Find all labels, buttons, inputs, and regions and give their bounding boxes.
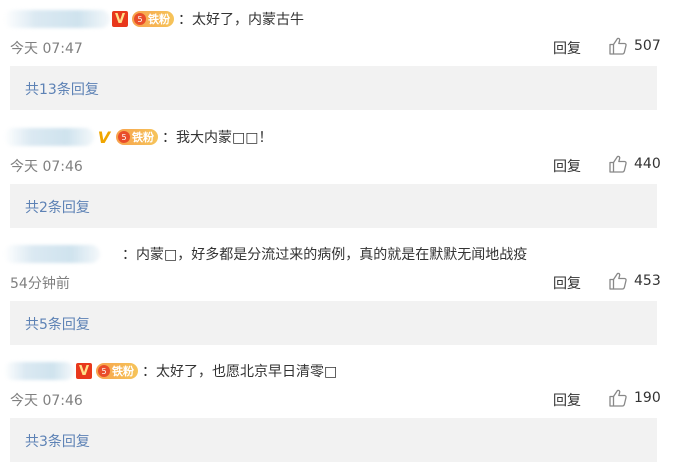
view-replies-link[interactable]: 共13条回复 bbox=[25, 79, 99, 99]
like-button[interactable]: 440 bbox=[608, 154, 661, 174]
replies-panel: 共2条回复 bbox=[10, 184, 657, 228]
username-blurred[interactable] bbox=[4, 245, 100, 263]
comment-text: ：太好了，也愿北京早日清零□ bbox=[142, 364, 338, 380]
like-button[interactable]: 190 bbox=[608, 388, 661, 408]
username-blurred[interactable] bbox=[4, 10, 110, 28]
fan-badge-label: 铁粉 bbox=[112, 365, 134, 378]
reply-button[interactable]: 回复 bbox=[553, 38, 581, 58]
comment-timestamp: 54分钟前 bbox=[10, 276, 70, 292]
thumbs-up-icon bbox=[609, 272, 627, 290]
verified-v-icon: V bbox=[76, 363, 92, 379]
comment-text: ：内蒙□，好多都是分流过来的病例，真的就是在默默无闻地战疫 bbox=[122, 247, 528, 263]
fan-level-icon: 5 bbox=[134, 13, 146, 25]
like-count: 453 bbox=[634, 273, 661, 289]
like-button[interactable]: 453 bbox=[608, 271, 661, 291]
replies-panel: 共13条回复 bbox=[10, 66, 657, 110]
comment-item: V 5 铁粉 ：我大内蒙□□！ 今天 07:46 回复 440 共2条回复 bbox=[0, 118, 680, 236]
comment-header: ：内蒙□，好多都是分流过来的病例，真的就是在默默无闻地战疫 bbox=[0, 241, 527, 267]
fan-badge-label: 铁粉 bbox=[132, 131, 154, 144]
thumbs-up-icon bbox=[609, 155, 627, 173]
verified-v-icon: V bbox=[97, 127, 111, 147]
like-button[interactable]: 507 bbox=[608, 36, 661, 56]
like-count: 507 bbox=[634, 38, 661, 54]
reply-button[interactable]: 回复 bbox=[553, 156, 581, 176]
like-count: 190 bbox=[634, 390, 661, 406]
fan-badge: 5 铁粉 bbox=[132, 11, 174, 27]
thumbs-up-icon bbox=[609, 389, 627, 407]
reply-button[interactable]: 回复 bbox=[553, 390, 581, 410]
username-blurred[interactable] bbox=[4, 128, 94, 146]
fan-badge: 5 铁粉 bbox=[96, 363, 138, 379]
username-blurred[interactable] bbox=[4, 362, 74, 380]
comment-timestamp: 今天 07:46 bbox=[10, 393, 83, 409]
replies-panel: 共5条回复 bbox=[10, 301, 657, 345]
view-replies-link[interactable]: 共3条回复 bbox=[25, 431, 90, 451]
fan-badge: 5 铁粉 bbox=[116, 129, 158, 145]
faint-badge-icon bbox=[102, 246, 118, 262]
view-replies-link[interactable]: 共2条回复 bbox=[25, 197, 90, 217]
view-replies-link[interactable]: 共5条回复 bbox=[25, 314, 90, 334]
replies-panel: 共3条回复 bbox=[10, 418, 657, 462]
fan-level-icon: 5 bbox=[98, 365, 110, 377]
verified-v-icon: V bbox=[112, 11, 128, 27]
thumbs-up-icon bbox=[609, 37, 627, 55]
comment-timestamp: 今天 07:47 bbox=[10, 41, 83, 57]
comment-text: ：我大内蒙□□！ bbox=[162, 130, 273, 146]
comment-text: ：太好了，内蒙古牛 bbox=[178, 12, 304, 28]
comment-timestamp: 今天 07:46 bbox=[10, 159, 83, 175]
fan-level-icon: 5 bbox=[118, 131, 130, 143]
comment-header: V 5 铁粉 ：我大内蒙□□！ bbox=[0, 124, 272, 150]
comment-item: V 5 铁粉 ：太好了，内蒙古牛 今天 07:47 回复 507 共13条回复 bbox=[0, 0, 680, 118]
fan-badge-label: 铁粉 bbox=[148, 13, 170, 26]
like-count: 440 bbox=[634, 156, 661, 172]
reply-button[interactable]: 回复 bbox=[553, 273, 581, 293]
comment-item: V 5 铁粉 ：太好了，也愿北京早日清零□ 今天 07:46 回复 190 共3… bbox=[0, 352, 680, 470]
comment-header: V 5 铁粉 ：太好了，也愿北京早日清零□ bbox=[0, 358, 337, 384]
comment-item: ：内蒙□，好多都是分流过来的病例，真的就是在默默无闻地战疫 54分钟前 回复 4… bbox=[0, 235, 680, 353]
comment-header: V 5 铁粉 ：太好了，内蒙古牛 bbox=[0, 6, 304, 32]
